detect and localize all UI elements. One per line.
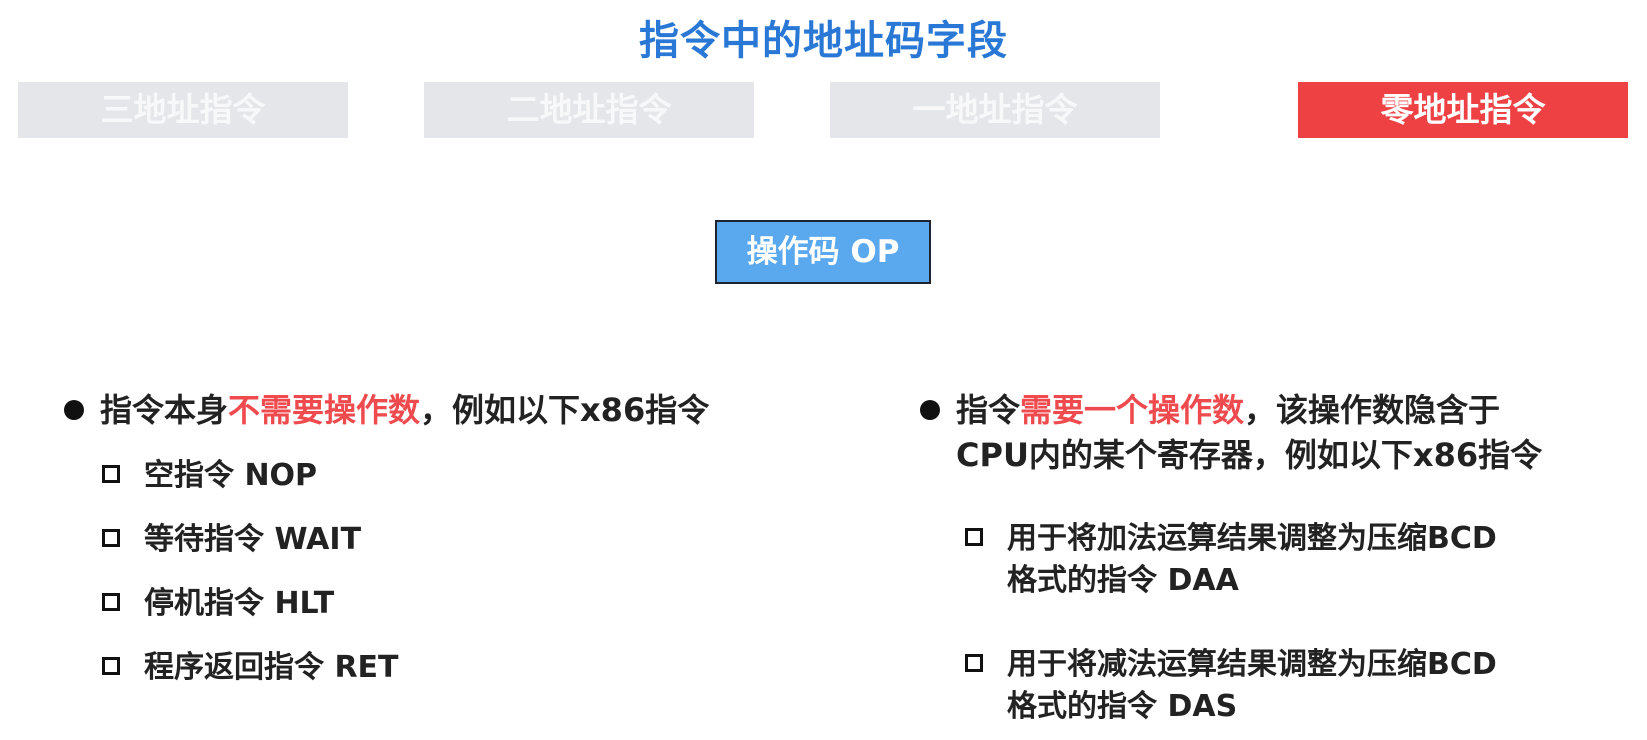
list-item-text: 等待指令 WAIT xyxy=(144,522,362,557)
left-bullet-post: ，例如以下x86指令 xyxy=(420,391,710,429)
bullet-dot-icon xyxy=(64,400,84,420)
right-bullet-post: ，该操作数隐含于 xyxy=(1244,391,1501,429)
list-item-line2: 格式的指令 DAA xyxy=(1007,563,1239,598)
list-item-line2: 格式的指令 DAS xyxy=(1007,689,1238,724)
list-item: 程序返回指令 RET xyxy=(100,647,822,689)
list-item: 空指令 NOP xyxy=(100,455,822,497)
right-bullet: 指令需要一个操作数，该操作数隐含于 CPU内的某个寄存器，例如以下x86指令 xyxy=(918,388,1618,478)
right-bullet-highlight: 需要一个操作数 xyxy=(1020,391,1245,429)
slide: 指令中的地址码字段 三地址指令 二地址指令 一地址指令 零地址指令 操作码 OP… xyxy=(0,0,1647,740)
list-item-text: 程序返回指令 RET xyxy=(144,650,399,685)
slide-title: 指令中的地址码字段 xyxy=(639,18,1008,64)
square-bullet-icon xyxy=(102,657,120,675)
instruction-type-tabs: 三地址指令 二地址指令 一地址指令 零地址指令 xyxy=(18,82,1628,138)
square-bullet-icon xyxy=(102,593,120,611)
right-column: 指令需要一个操作数，该操作数隐含于 CPU内的某个寄存器，例如以下x86指令 用… xyxy=(918,388,1618,728)
square-bullet-icon xyxy=(102,529,120,547)
list-item-line1: 用于将减法运算结果调整为压缩BCD xyxy=(1007,647,1497,682)
opcode-box: 操作码 OP xyxy=(715,220,931,284)
left-column: 指令本身不需要操作数，例如以下x86指令 空指令 NOP 等待指令 WAIT 停… xyxy=(62,388,822,689)
right-bullet-line2: CPU内的某个寄存器，例如以下x86指令 xyxy=(956,436,1543,474)
bullet-dot-icon xyxy=(920,400,940,420)
tab-one-address[interactable]: 一地址指令 xyxy=(830,82,1160,138)
list-item-line1: 用于将加法运算结果调整为压缩BCD xyxy=(1007,521,1497,556)
list-item-text: 停机指令 HLT xyxy=(144,586,335,621)
left-bullet: 指令本身不需要操作数，例如以下x86指令 xyxy=(62,388,822,433)
square-bullet-icon xyxy=(102,465,120,483)
tab-zero-address[interactable]: 零地址指令 xyxy=(1298,82,1628,138)
right-bullet-pre: 指令 xyxy=(956,391,1021,429)
square-bullet-icon xyxy=(965,528,983,546)
list-item: 等待指令 WAIT xyxy=(100,519,822,561)
list-item: 用于将加法运算结果调整为压缩BCD 格式的指令 DAA xyxy=(963,518,1618,602)
left-bullet-pre: 指令本身 xyxy=(100,391,229,429)
square-bullet-icon xyxy=(965,654,983,672)
tab-three-address[interactable]: 三地址指令 xyxy=(18,82,348,138)
list-item-text: 空指令 NOP xyxy=(144,458,318,493)
left-bullet-highlight: 不需要操作数 xyxy=(228,391,421,429)
tab-two-address[interactable]: 二地址指令 xyxy=(424,82,754,138)
list-item: 停机指令 HLT xyxy=(100,583,822,625)
list-item: 用于将减法运算结果调整为压缩BCD 格式的指令 DAS xyxy=(963,644,1618,728)
